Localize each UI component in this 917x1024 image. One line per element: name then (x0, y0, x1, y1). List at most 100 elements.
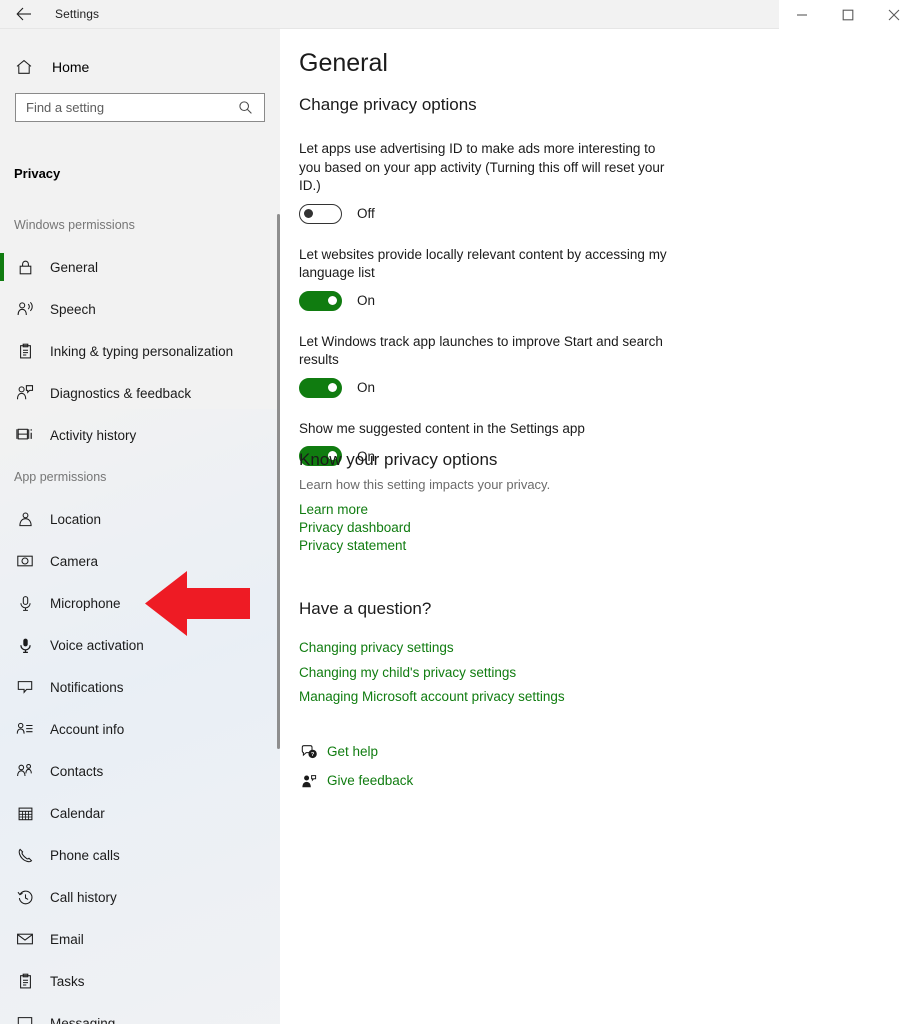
setting-description: Let websites provide locally relevant co… (299, 246, 667, 281)
location-pin-icon (14, 508, 36, 530)
sidebar-item-call-history[interactable]: Call history (0, 876, 280, 918)
language-list-toggle[interactable] (299, 290, 342, 311)
sidebar-item-home[interactable]: Home (0, 51, 280, 83)
sidebar-item-activity-history[interactable]: Activity history (0, 414, 280, 456)
sidebar-item-phone-calls[interactable]: Phone calls (0, 834, 280, 876)
selection-accent-bar (0, 589, 4, 617)
setting-description: Let apps use advertising ID to make ads … (299, 141, 665, 193)
have-a-question-section: Have a question? Changing privacy settin… (299, 599, 759, 710)
sidebar-scrollbar[interactable] (277, 214, 280, 749)
clipboard-pen-icon (14, 340, 36, 362)
toggle-state-label: On (357, 293, 376, 308)
lock-icon (14, 256, 36, 278)
footer-link-get-help[interactable]: ? Get help (299, 741, 599, 763)
selection-accent-bar (0, 925, 4, 953)
have-a-question-heading: Have a question? (299, 599, 432, 618)
selection-accent-bar (0, 841, 4, 869)
sidebar-item-inking-typing-personalization[interactable]: Inking & typing personalization (0, 330, 280, 372)
close-icon (888, 9, 900, 21)
setting-toggle-row: Off (299, 203, 719, 224)
sidebar-item-calendar[interactable]: Calendar (0, 792, 280, 834)
selection-accent-bar (0, 967, 4, 995)
sidebar-item-camera[interactable]: Camera (0, 540, 280, 582)
toggle-state-label: On (357, 380, 376, 395)
sidebar-item-label: Speech (50, 301, 96, 317)
sidebar-item-label: Voice activation (50, 637, 144, 653)
sidebar-item-label: Calendar (50, 805, 105, 821)
minimize-button[interactable] (779, 0, 825, 29)
give-feedback-label[interactable]: Give feedback (327, 772, 413, 790)
sidebar-group-title: App permissions (14, 470, 107, 484)
sidebar-item-label: Contacts (50, 763, 104, 779)
window-controls (779, 0, 917, 29)
home-icon (15, 58, 37, 76)
selection-accent-bar (0, 421, 4, 449)
selection-accent-bar (0, 547, 4, 575)
sidebar-item-label: Microphone (50, 595, 121, 611)
sidebar-item-email[interactable]: Email (0, 918, 280, 960)
link-changing-privacy-settings[interactable]: Changing privacy settings (299, 636, 759, 661)
setting-language-list: Let websites provide locally relevant co… (299, 246, 719, 311)
sidebar-item-label: Camera (50, 553, 99, 569)
setting-description: Let Windows track app launches to improv… (299, 333, 663, 368)
selection-accent-bar (0, 295, 4, 323)
person-feedback-icon (14, 382, 36, 404)
track-app-launches-toggle[interactable] (299, 377, 342, 398)
link-managing-ms-account-privacy[interactable]: Managing Microsoft account privacy setti… (299, 685, 759, 710)
link-privacy-statement[interactable]: Privacy statement (299, 537, 719, 555)
feedback-person-icon (299, 771, 319, 791)
sidebar-item-label: Account info (50, 721, 125, 737)
sidebar-item-label: Notifications (50, 679, 124, 695)
maximize-icon (842, 9, 854, 21)
selection-accent-bar (0, 631, 4, 659)
search-box[interactable] (15, 93, 265, 122)
call-history-icon (14, 886, 36, 908)
setting-advertising-id: Let apps use advertising ID to make ads … (299, 140, 719, 224)
search-input[interactable] (16, 94, 231, 121)
maximize-button[interactable] (825, 0, 871, 29)
main-content: General Change privacy options Let apps … (280, 29, 917, 1024)
link-changing-child-privacy-settings[interactable]: Changing my child's privacy settings (299, 661, 759, 686)
messaging-icon (14, 1012, 36, 1024)
sidebar-item-voice-activation[interactable]: Voice activation (0, 624, 280, 666)
sidebar-item-label: Activity history (50, 427, 137, 443)
search-icon[interactable] (231, 94, 259, 121)
title-bar: Settings (0, 0, 917, 29)
email-icon (14, 928, 36, 950)
sidebar-item-label: Diagnostics & feedback (50, 385, 192, 401)
calendar-icon (14, 802, 36, 824)
phone-icon (14, 844, 36, 866)
sidebar-item-contacts[interactable]: Contacts (0, 750, 280, 792)
sidebar-item-diagnostics-feedback[interactable]: Diagnostics & feedback (0, 372, 280, 414)
sidebar-item-microphone[interactable]: Microphone (0, 582, 280, 624)
sidebar-section-heading: Privacy (14, 166, 61, 181)
sidebar-item-general[interactable]: General (0, 246, 280, 288)
sidebar-item-notifications[interactable]: Notifications (0, 666, 280, 708)
advertising-id-toggle[interactable] (299, 203, 342, 224)
sidebar-item-location[interactable]: Location (0, 498, 280, 540)
know-privacy-note: Learn how this setting impacts your priv… (299, 477, 551, 492)
sidebar-item-tasks[interactable]: Tasks (0, 960, 280, 1002)
sidebar-item-label: Messaging (50, 1015, 116, 1024)
minimize-icon (796, 9, 808, 21)
microphone-icon (14, 592, 36, 614)
sidebar-item-messaging[interactable]: Messaging (0, 1002, 280, 1024)
selection-accent-bar (0, 1009, 4, 1024)
selection-accent-bar (0, 715, 4, 743)
setting-toggle-row: On (299, 290, 719, 311)
selection-accent-bar (0, 337, 4, 365)
sidebar-item-speech[interactable]: Speech (0, 288, 280, 330)
sidebar-item-label: Tasks (50, 973, 85, 989)
svg-text:?: ? (310, 752, 314, 758)
back-button[interactable] (10, 2, 38, 28)
footer-link-give-feedback[interactable]: Give feedback (299, 770, 599, 792)
page-title: General (299, 49, 388, 77)
sidebar-home-label: Home (52, 59, 90, 75)
link-learn-more[interactable]: Learn more (299, 501, 719, 519)
sidebar: Home Privacy Windows permissions General S… (0, 29, 280, 1024)
get-help-label[interactable]: Get help (327, 743, 378, 761)
link-privacy-dashboard[interactable]: Privacy dashboard (299, 519, 719, 537)
sidebar-item-account-info[interactable]: Account info (0, 708, 280, 750)
close-button[interactable] (871, 0, 917, 29)
change-privacy-options-heading: Change privacy options (299, 95, 477, 114)
